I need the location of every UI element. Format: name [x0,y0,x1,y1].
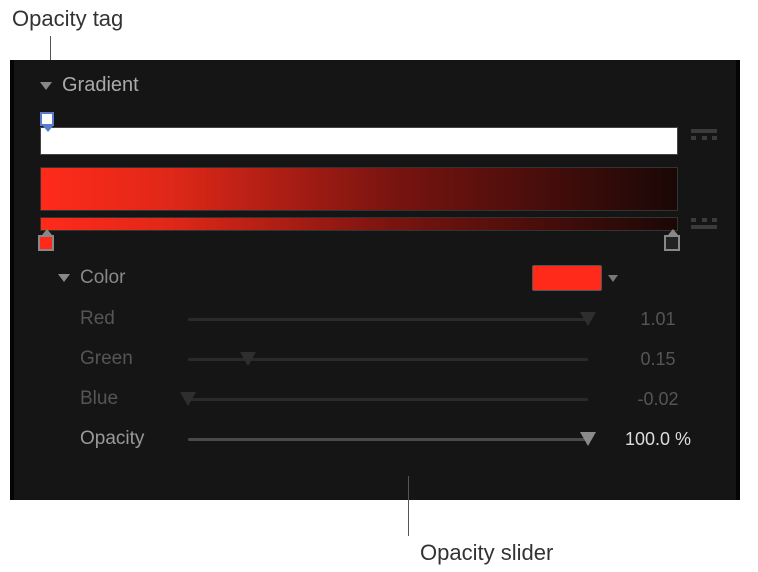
gradient-section-header[interactable]: Gradient [40,74,718,97]
slider-thumb-opacity[interactable] [580,432,596,446]
slider-opacity[interactable] [188,438,588,441]
label-opacity: Opacity [58,428,178,450]
color-stop-menu-icon[interactable] [690,209,718,237]
opacity-strip[interactable] [40,127,678,155]
value-red[interactable]: 1.01 [598,309,718,330]
callout-line [408,476,409,536]
opacity-tag-menu-icon[interactable] [690,120,718,148]
slider-green[interactable] [188,358,588,361]
slider-thumb-red[interactable] [580,312,596,326]
color-section-header[interactable]: Color [58,265,718,291]
opacity-strip-area [40,113,678,155]
section-title: Gradient [62,74,139,97]
param-row-opacity: Opacity 100.0 % [58,419,718,459]
gradient-preview-row [40,155,718,237]
label-green: Green [58,348,178,370]
color-section-title: Color [80,267,125,289]
param-row-blue: Blue -0.02 [58,379,718,419]
slider-blue[interactable] [188,398,588,401]
color-stop-end[interactable] [664,235,680,251]
param-row-red: Red 1.01 [58,299,718,339]
chevron-down-icon[interactable] [608,275,618,282]
color-swatch[interactable] [532,265,602,291]
slider-thumb-green[interactable] [240,352,256,366]
gradient-preview-strip[interactable] [40,167,678,211]
param-row-green: Green 0.15 [58,339,718,379]
color-stop-start[interactable] [38,235,54,251]
value-opacity[interactable]: 100.0 % [598,429,718,450]
opacity-strip-row [40,113,718,155]
callout-opacity-tag: Opacity tag [12,6,123,32]
opacity-tag-handle[interactable] [40,112,54,126]
value-green[interactable]: 0.15 [598,349,718,370]
label-blue: Blue [58,388,178,410]
gradient-inspector-panel: Gradient Color [10,60,740,500]
callout-opacity-slider: Opacity slider [420,540,553,566]
disclosure-triangle-icon[interactable] [58,274,70,282]
color-swatch-control[interactable] [532,265,618,291]
slider-red[interactable] [188,318,588,321]
disclosure-triangle-icon[interactable] [40,82,52,90]
slider-thumb-blue[interactable] [180,392,196,406]
color-section: Color Red 1.01 Green 0.15 Blue [40,265,718,459]
label-red: Red [58,308,178,330]
value-blue[interactable]: -0.02 [598,389,718,410]
color-stop-strip[interactable] [40,217,678,231]
gradient-strip-area [40,161,678,231]
